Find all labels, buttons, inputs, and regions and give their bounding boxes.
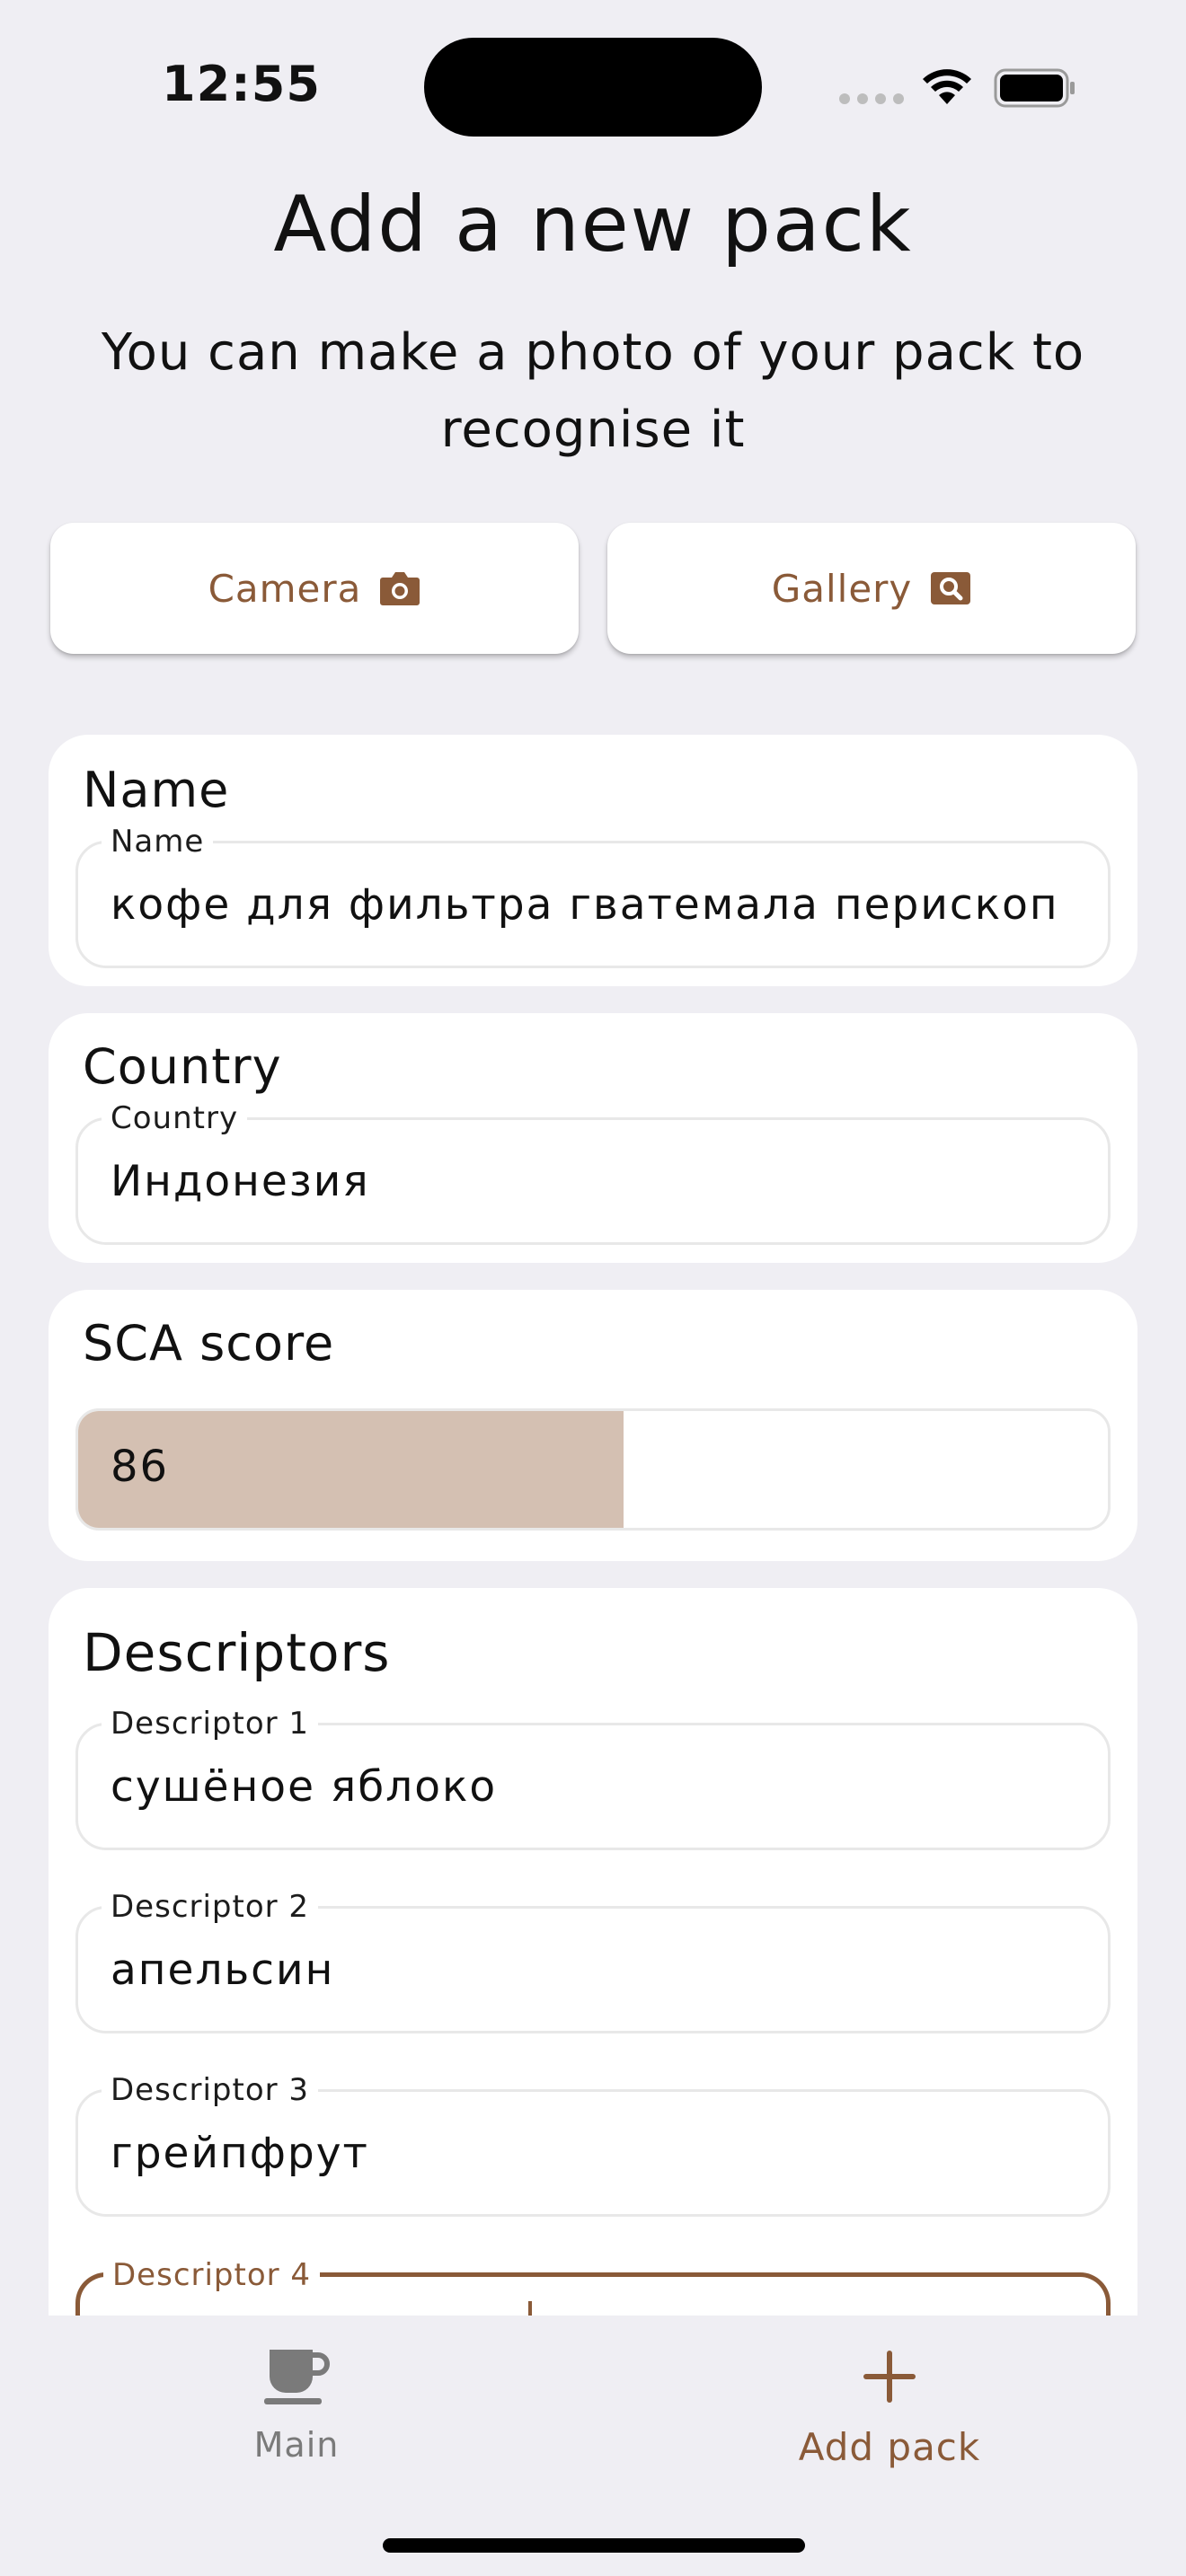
tab-add-pack-label: Add pack [798,2425,981,2469]
descriptor-1-value: сушёное яблоко [111,1762,498,1812]
wifi-icon [923,69,971,104]
name-card-title: Name [83,762,230,818]
name-card: Name Name кофе для фильтра гватемала пер… [49,735,1137,986]
status-time: 12:55 [162,56,321,112]
tab-main-label: Main [253,2425,340,2465]
battery-icon [994,68,1075,108]
add-pack-screen: 12:55 Add a new pack You can make a phot… [0,0,1186,2576]
cellular-signal-icon [839,93,904,104]
image-search-icon [931,572,971,604]
tab-add-pack[interactable]: Add pack [701,2341,1078,2469]
tab-bar: Main Add pack [0,2316,1186,2576]
dynamic-island [424,38,762,137]
country-card-title: Country [83,1038,282,1095]
country-field[interactable]: Country Индонезия [75,1098,1111,1245]
descriptor-2-label: Descriptor 2 [102,1887,319,1927]
sca-score-card: SCA score 86 [49,1290,1137,1561]
gallery-button[interactable]: Gallery [607,523,1136,654]
country-field-label: Country [102,1098,248,1138]
descriptor-3-field[interactable]: Descriptor 3 грейпфрут [75,2070,1111,2217]
descriptor-4-label: Descriptor 4 [103,2255,321,2295]
plus-icon [863,2351,916,2403]
sca-score-slider[interactable]: 86 [75,1408,1111,1531]
coffee-cup-icon [264,2350,330,2404]
sca-score-value: 86 [111,1442,170,1492]
country-card: Country Country Индонезия [49,1013,1137,1263]
camera-icon [380,572,420,605]
home-indicator [383,2538,805,2553]
descriptors-title: Descriptors [83,1622,391,1683]
descriptor-3-label: Descriptor 3 [102,2070,319,2110]
page-title: Add a new pack [273,180,913,269]
descriptors-card: Descriptors Descriptor 1 сушёное яблоко … [49,1588,1137,2400]
descriptor-3-value: грейпфрут [111,2129,369,2178]
descriptor-2-field[interactable]: Descriptor 2 апельсин [75,1887,1111,2033]
name-field-value: кофе для фильтра гватемала перископ рау.… [111,880,1075,930]
country-field-value: Индонезия [111,1157,370,1206]
descriptor-2-value: апельсин [111,1945,335,1995]
descriptor-1-label: Descriptor 1 [102,1704,319,1743]
page-subtitle: You can make a photo of your pack to rec… [101,323,1085,459]
tab-main[interactable]: Main [108,2341,485,2465]
name-field[interactable]: Name кофе для фильтра гватемала перископ… [75,822,1111,968]
sca-score-title: SCA score [83,1315,335,1372]
camera-button-label: Camera [208,566,362,611]
name-field-label: Name [102,822,214,861]
camera-button[interactable]: Camera [50,523,579,654]
gallery-button-label: Gallery [771,566,913,611]
descriptor-1-field[interactable]: Descriptor 1 сушёное яблоко [75,1704,1111,1850]
